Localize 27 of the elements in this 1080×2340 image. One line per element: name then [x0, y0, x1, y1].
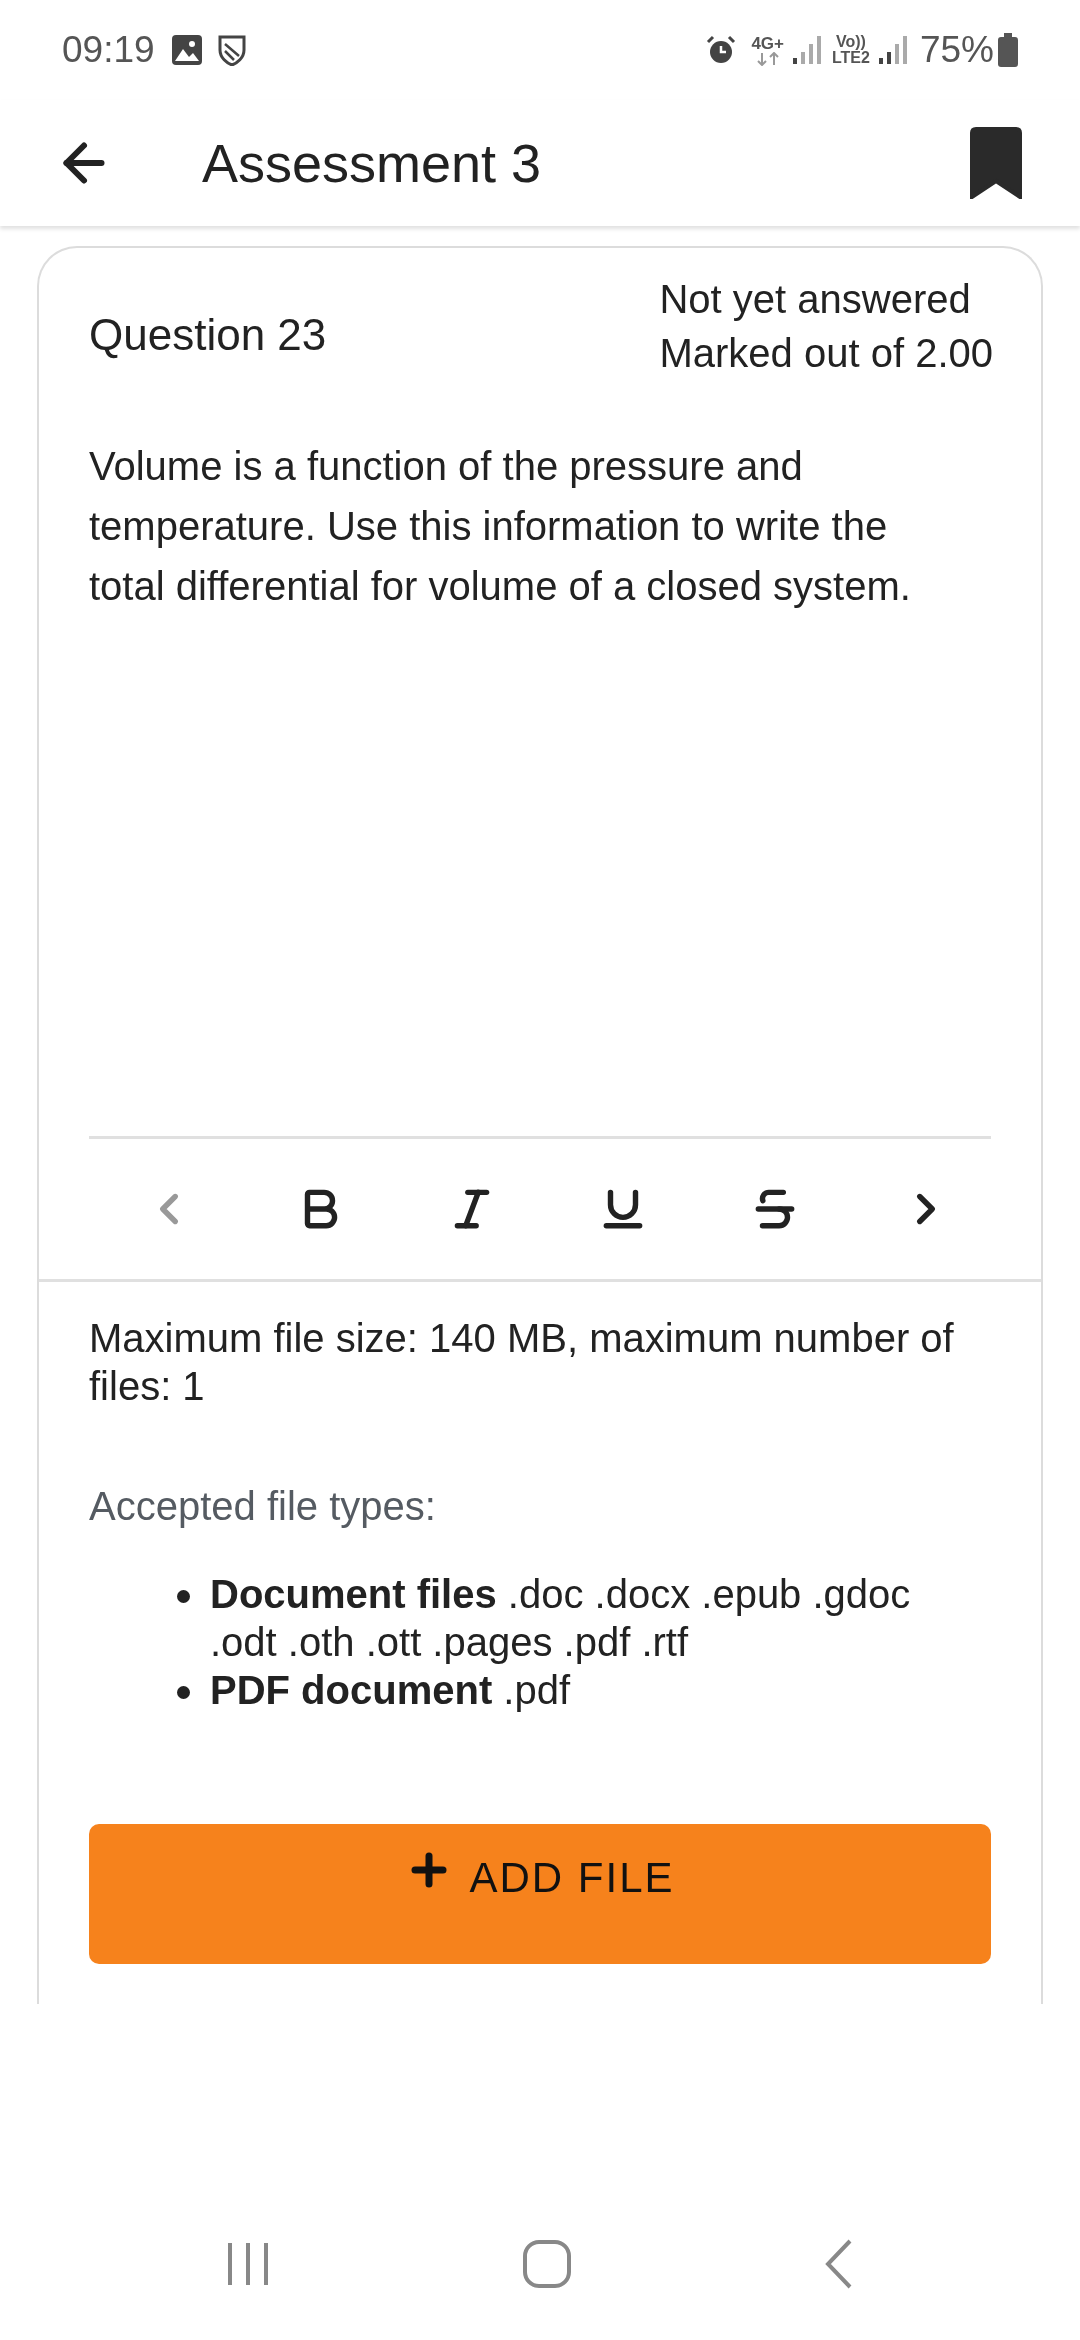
network-type: 4G+: [751, 34, 784, 52]
volte-label: Vo)): [836, 34, 866, 50]
data-arrows-icon: [755, 51, 780, 66]
question-title: Question 23: [89, 309, 327, 361]
status-time: 09:19: [62, 28, 155, 73]
image-icon: [170, 34, 203, 66]
answer-status: Not yet answered: [659, 276, 972, 323]
battery-icon: [998, 33, 1018, 67]
lte-label: LTE2: [832, 50, 870, 66]
bullet-icon: [177, 1686, 190, 1699]
signal-icon: [792, 34, 822, 66]
marks-label: Marked out of 2.00: [659, 330, 993, 377]
file-type-item: PDF document .pdf: [210, 1667, 571, 1714]
recent-apps-icon[interactable]: [226, 2241, 271, 2287]
back-icon[interactable]: [823, 2239, 854, 2289]
shield-icon: [216, 34, 247, 66]
page-title: Assessment 3: [202, 131, 543, 195]
question-text: Volume is a function of the pressure and temperature. Use this information to write the total differential for volume of a closed system.: [88, 443, 912, 610]
home-icon[interactable]: [523, 2240, 571, 2288]
add-file-button[interactable]: ADD FILE: [89, 1824, 991, 1964]
signal-icon: [877, 34, 908, 66]
battery-percent: 75%: [919, 28, 994, 73]
bullet-icon: [177, 1590, 190, 1603]
file-limits-text: Maximum file size: 140 MB, maximum number of files: 1: [88, 1315, 955, 1410]
alarm-icon: [705, 34, 738, 66]
file-type-item: Document files .doc .docx .epub .gdoc .odt .oth .ott .pages .pdf .rtf: [210, 1571, 911, 1666]
accepted-types-label: Accepted file types:: [88, 1483, 437, 1530]
